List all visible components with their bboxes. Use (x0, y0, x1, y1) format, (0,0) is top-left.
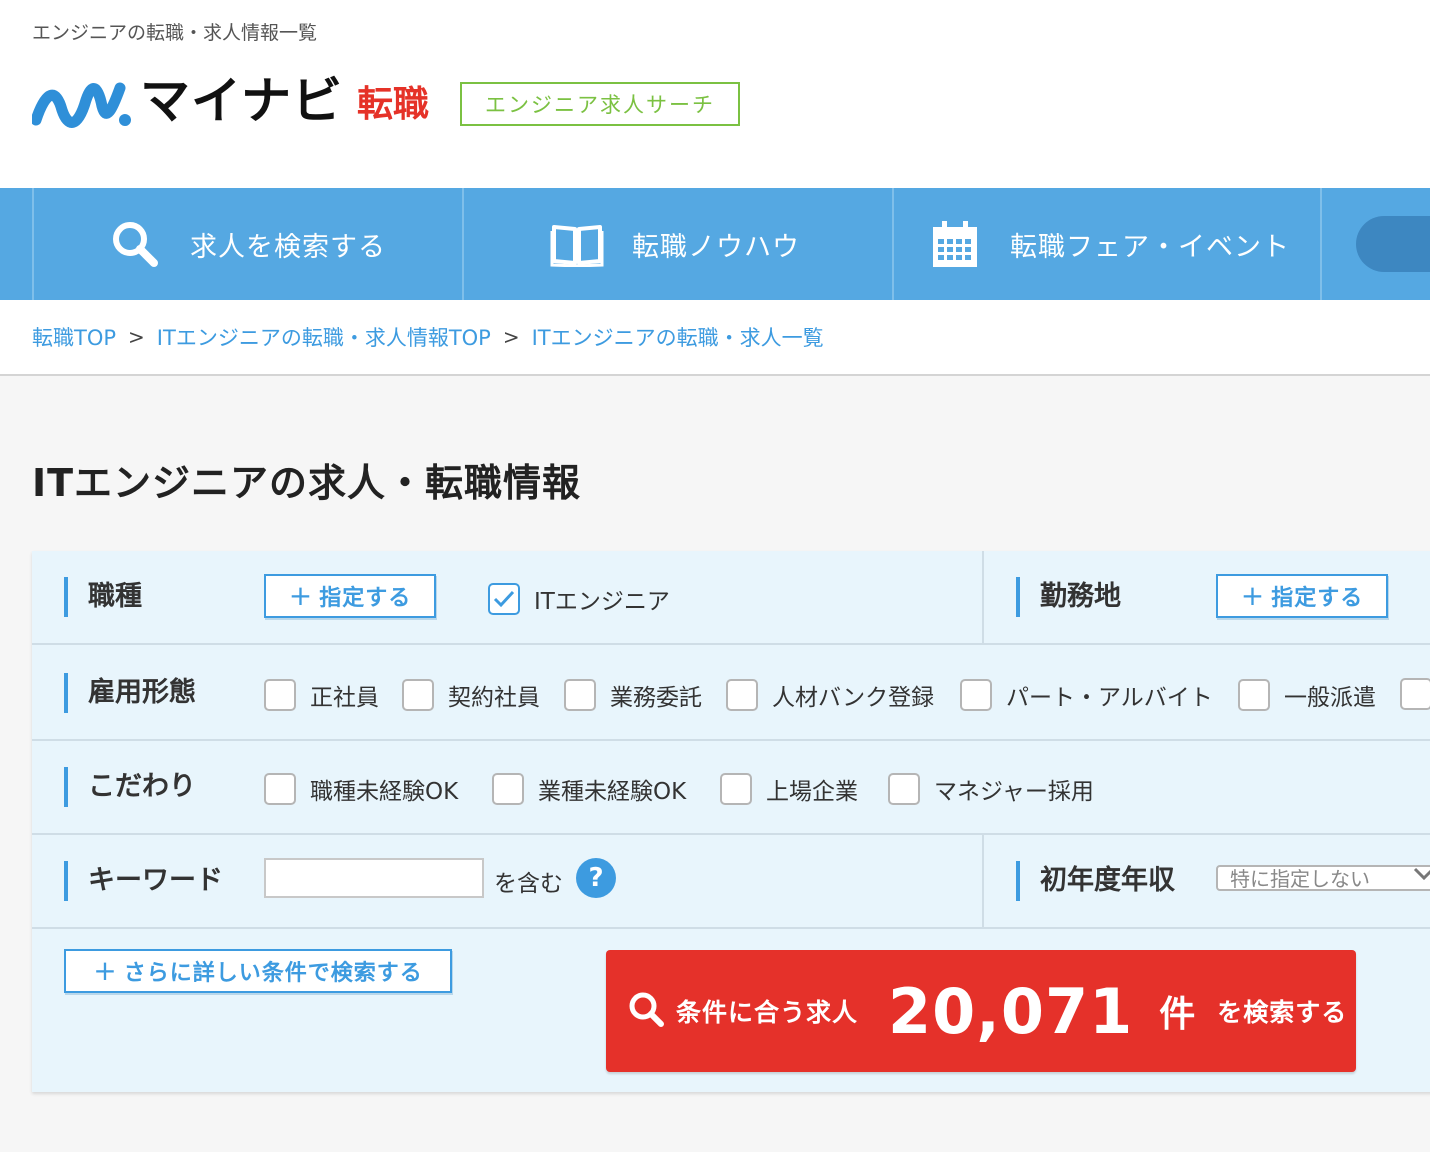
checkbox-box (264, 773, 296, 805)
search-submit-prefix: 条件に合う求人 (676, 998, 859, 1027)
checkbox-box (492, 773, 524, 805)
button-label: さらに詳しい条件で検索する (123, 961, 423, 986)
checkbox-employment[interactable]: 人材バンク登録 (726, 678, 934, 712)
checkbox-label: 上場企業 (766, 779, 858, 805)
divider (982, 551, 984, 645)
nav-item-events[interactable]: 転職フェア・イベント (892, 188, 1322, 300)
job-type-specify-button[interactable]: + 指定する (264, 574, 436, 618)
button-label: 指定する (319, 586, 412, 611)
checkbox-preference[interactable]: 業種未経験OK (492, 772, 686, 806)
plus-icon: + (93, 954, 118, 987)
checkbox-label: 正社員 (310, 685, 379, 711)
checkbox-preference[interactable]: 上場企業 (720, 772, 858, 806)
checkbox-box (564, 679, 596, 711)
keyword-label: キーワード (64, 861, 223, 901)
location-specify-button[interactable]: + 指定する (1216, 574, 1388, 618)
row-preferences: こだわり 職種未経験OK 業種未経験OK 上場企業 マネジャー採用 (32, 741, 1430, 835)
checkbox-label: 人材バンク登録 (772, 685, 935, 711)
result-unit: 件 (1159, 994, 1196, 1035)
checkbox-preference[interactable]: マネジャー採用 (888, 772, 1094, 806)
checkbox-preference[interactable]: 職種未経験OK (264, 772, 458, 806)
checkbox-employment[interactable]: パート・アルバイト (960, 678, 1213, 712)
checkbox-box (720, 773, 752, 805)
checkbox-employment[interactable] (1400, 678, 1430, 710)
nav-item-label: 転職ノウハウ (632, 231, 800, 263)
nav-item-search[interactable]: 求人を検索する (32, 188, 462, 300)
plus-icon: + (288, 579, 314, 612)
breadcrumb-separator: > (128, 325, 145, 349)
result-count: 20,071 (888, 974, 1134, 1048)
checkbox-box (402, 679, 434, 711)
chevron-down-icon (1412, 863, 1430, 888)
breadcrumb-link-it-top[interactable]: ITエンジニアの転職・求人情報TOP (157, 322, 491, 352)
checkbox-label: 業種未経験OK (538, 779, 687, 805)
salary-select[interactable]: 特に指定しない (1216, 865, 1430, 891)
plus-icon: + (1240, 579, 1266, 612)
checkbox-label: 一般派遣 (1284, 685, 1376, 711)
checkbox-label: 業務委託 (610, 685, 702, 711)
checkbox-it-engineer[interactable]: ITエンジニア (488, 582, 670, 616)
keyword-input[interactable] (264, 858, 484, 898)
checkbox-label: 契約社員 (448, 685, 540, 711)
checkbox-box (1400, 678, 1430, 710)
preferences-label: こだわり (64, 767, 196, 807)
help-icon[interactable]: ? (576, 858, 616, 898)
checkbox-employment[interactable]: 一般派遣 (1238, 678, 1376, 712)
job-type-label: 職種 (64, 577, 142, 617)
page-caption: エンジニアの転職・求人情報一覧 (32, 22, 318, 44)
search-panel: 職種 + 指定する ITエンジニア 勤務地 + 指定する 雇用形態 正社員 契約… (32, 551, 1430, 1092)
search-icon (108, 217, 162, 271)
checkbox-box (888, 773, 920, 805)
logo-wave-icon (32, 82, 131, 128)
search-icon (626, 989, 666, 1033)
logo-sub: 転職 (357, 84, 430, 125)
search-submit-button[interactable]: 条件に合う求人 20,071 件 を検索する (606, 950, 1356, 1072)
checkbox-box (960, 679, 992, 711)
site-logo[interactable]: マイナビ 転職 (32, 66, 429, 136)
service-badge: エンジニア求人サーチ (460, 82, 740, 126)
checkbox-label: ITエンジニア (534, 589, 670, 615)
checkbox-label: パート・アルバイト (1006, 685, 1213, 711)
breadcrumb-link-top[interactable]: 転職TOP (32, 322, 116, 352)
salary-label: 初年度年収 (1016, 861, 1175, 901)
breadcrumb-link-current[interactable]: ITエンジニアの転職・求人一覧 (532, 322, 824, 352)
page-title: ITエンジニアの求人・転職情報 (32, 461, 582, 505)
book-icon (550, 217, 604, 271)
nav-item-label: 求人を検索する (190, 231, 386, 263)
checkbox-box (1238, 679, 1270, 711)
checkbox-label: マネジャー採用 (934, 779, 1094, 805)
checkbox-employment[interactable]: 契約社員 (402, 678, 540, 712)
employment-label: 雇用形態 (64, 673, 196, 713)
checkbox-employment[interactable]: 業務委託 (564, 678, 702, 712)
calendar-icon (928, 217, 982, 271)
nav-extra-button[interactable] (1356, 216, 1430, 272)
checkbox-label: 職種未経験OK (310, 779, 459, 805)
breadcrumb: 転職TOP > ITエンジニアの転職・求人情報TOP > ITエンジニアの転職・… (0, 300, 1430, 376)
checkbox-box (264, 679, 296, 711)
divider (982, 835, 984, 929)
nav-item-label: 転職フェア・イベント (1010, 231, 1290, 263)
advanced-search-button[interactable]: + さらに詳しい条件で検索する (64, 949, 452, 993)
site-header: エンジニアの転職・求人情報一覧 マイナビ 転職 エンジニア求人サーチ (0, 0, 1430, 188)
global-nav: 求人を検索する 転職ノウハウ 転職フェア・イベント (0, 188, 1430, 300)
checkbox-employment[interactable]: 正社員 (264, 678, 379, 712)
search-submit-suffix: を検索する (1217, 998, 1348, 1027)
checkmark-icon (488, 583, 520, 615)
row-job-type: 職種 + 指定する ITエンジニア 勤務地 + 指定する (32, 551, 1430, 645)
button-label: 指定する (1271, 586, 1364, 611)
checkbox-box (726, 679, 758, 711)
logo-name: マイナビ (140, 72, 343, 130)
keyword-suffix: を含む (494, 871, 563, 897)
nav-item-knowhow[interactable]: 転職ノウハウ (462, 188, 892, 300)
breadcrumb-separator: > (502, 325, 520, 349)
location-label: 勤務地 (1016, 577, 1121, 617)
row-employment: 雇用形態 正社員 契約社員 業務委託 人材バンク登録 パート・アルバイト 一般派… (32, 647, 1430, 741)
